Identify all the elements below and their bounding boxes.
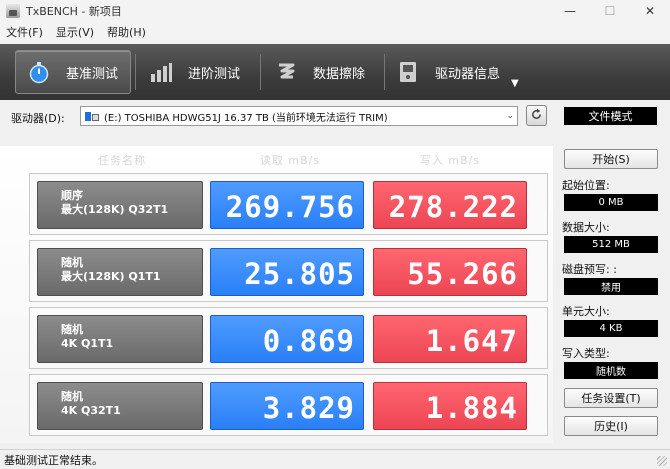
write-speed-box: 1.884 [373,382,527,430]
task-settings-button[interactable]: 任务设置(T) [564,388,658,408]
unit-size-label: 单元大小: [562,305,610,318]
drive-row: 驱动器(D): (E:) TOSHIBA HDWG51J 16.37 TB (当… [0,104,670,130]
result-row-rnd-q1t1: 随机 最大(128K) Q1T1 25.805 55.266 [29,240,548,302]
file-mode-badge[interactable]: 文件模式 [564,107,657,125]
tab-advanced-label: 进阶测试 [188,66,241,82]
task-type: 随机 [61,323,83,336]
read-speed-box: 0.869 [210,315,364,363]
menu-bar: 文件(F) 显示(V) 帮助(H) [0,22,670,42]
close-button[interactable]: ✕ [630,0,670,22]
write-speed-value: 55.266 [407,257,518,291]
result-row-4k-q32t1: 随机 4K Q32T1 3.829 1.884 [29,374,548,436]
minimize-button[interactable]: — [550,0,590,22]
toolbar-divider [260,54,261,90]
tab-benchmark[interactable]: 基准测试 [15,50,131,94]
task-params: 4K Q1T1 [61,337,114,350]
header-task-name: 任务名称 [98,154,146,167]
write-speed-box: 1.647 [373,315,527,363]
app-icon [6,4,20,18]
task-button[interactable]: 随机 最大(128K) Q1T1 [37,248,203,296]
data-size-value[interactable]: 512 MB [564,236,658,253]
write-type-label: 写入类型: [562,347,610,360]
write-speed-value: 278.222 [388,190,518,224]
refresh-button[interactable] [526,105,547,126]
toolbar-more-button[interactable]: ▼ [511,78,519,89]
read-speed-box: 25.805 [210,248,364,296]
write-speed-value: 1.647 [425,324,518,358]
drive-label: 驱动器(D): [11,112,65,125]
tab-erase-label: 数据擦除 [313,66,366,82]
results-panel: 任务名称 读取 mB/s 写入 mB/s 顺序 最大(128K) Q32T1 2… [0,146,553,443]
start-position-label: 起始位置: [562,179,610,192]
tab-advanced[interactable]: 进阶测试 [138,50,256,94]
stopwatch-icon [26,59,52,85]
read-speed-box: 3.829 [210,382,364,430]
start-position-value[interactable]: 0 MB [564,194,658,211]
task-params: 4K Q32T1 [61,404,121,417]
task-params: 最大(128K) Q1T1 [61,270,161,283]
header-read: 读取 mB/s [259,154,321,167]
task-button[interactable]: 随机 4K Q1T1 [37,315,203,363]
precondition-value[interactable]: 禁用 [564,278,658,295]
disk-icon [85,111,99,122]
precondition-label: 磁盘预写: : [562,263,617,276]
title-bar: TxBENCH - 新项目 — ☐ ✕ [0,0,670,22]
write-speed-box: 55.266 [373,248,527,296]
read-speed-box: 269.756 [210,181,364,229]
task-params: 最大(128K) Q32T1 [61,203,169,216]
history-button[interactable]: 历史(I) [564,416,658,436]
header-write: 写入 mB/s [419,154,481,167]
bar-chart-icon [148,59,174,85]
task-button[interactable]: 顺序 最大(128K) Q32T1 [37,181,203,229]
read-speed-value: 0.869 [262,324,355,358]
window-controls: — ☐ ✕ [550,0,670,22]
task-type: 随机 [61,390,83,403]
resize-grip-icon[interactable] [657,456,667,466]
toolbar: 基准测试 进阶测试 数据擦除 驱动器信息 ▼ [0,44,670,100]
status-text: 基础测试正常结束。 [4,453,103,467]
eraser-icon [273,59,299,85]
window-title: TxBENCH - 新项目 [26,5,122,18]
read-speed-value: 269.756 [225,190,355,224]
toolbar-divider [135,54,136,90]
drive-selected-value: (E:) TOSHIBA HDWG51J 16.37 TB (当前环境无法运行 … [104,112,388,124]
drive-info-icon [395,59,421,85]
drive-select[interactable]: (E:) TOSHIBA HDWG51J 16.37 TB (当前环境无法运行 … [80,106,518,126]
tab-drive-info-label: 驱动器信息 [435,66,501,82]
result-row-seq-q32t1: 顺序 最大(128K) Q32T1 269.756 278.222 [29,173,548,235]
write-speed-box: 278.222 [373,181,527,229]
tab-benchmark-label: 基准测试 [66,66,119,82]
data-size-label: 数据大小: [562,221,610,234]
maximize-button[interactable]: ☐ [590,0,630,22]
read-speed-value: 25.805 [244,257,355,291]
menu-view[interactable]: 显示(V) [56,24,94,40]
task-type: 随机 [61,256,83,269]
menu-help[interactable]: 帮助(H) [107,24,146,40]
status-bar: 基础测试正常结束。 [0,449,670,469]
refresh-icon [530,108,543,124]
task-button[interactable]: 随机 4K Q32T1 [37,382,203,430]
write-type-value[interactable]: 随机数 [564,362,658,379]
result-row-4k-q1t1: 随机 4K Q1T1 0.869 1.647 [29,307,548,369]
read-speed-value: 3.829 [262,391,355,425]
tab-drive-info[interactable]: 驱动器信息 [385,50,505,94]
chevron-down-icon[interactable]: ⌄ [506,111,514,121]
start-button[interactable]: 开始(S) [564,149,658,169]
unit-size-value[interactable]: 4 KB [564,320,658,337]
write-speed-value: 1.884 [425,391,518,425]
task-type: 顺序 [61,189,83,202]
tab-erase[interactable]: 数据擦除 [263,50,381,94]
menu-file[interactable]: 文件(F) [6,24,43,40]
